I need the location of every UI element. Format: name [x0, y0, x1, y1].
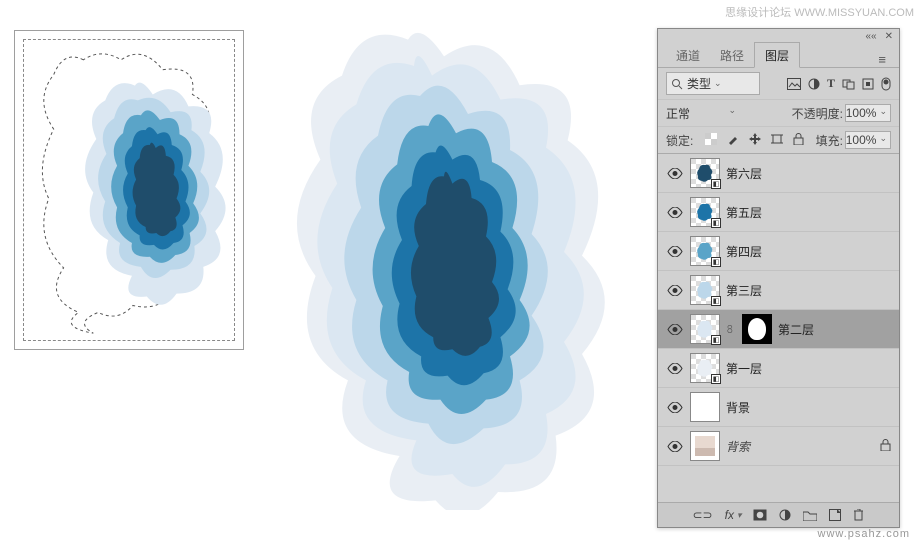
new-layer-icon[interactable] — [829, 509, 841, 521]
tab-channels[interactable]: 通道 — [666, 43, 710, 67]
menu-icon[interactable]: ≡ — [873, 47, 891, 67]
lock-row: 锁定: 填充: 100%⌄ — [658, 127, 899, 154]
image-icon[interactable] — [787, 78, 801, 90]
chevron-down-icon: ⌄ — [714, 78, 722, 89]
lock-trans-icon[interactable] — [705, 133, 717, 148]
smart-badge: ◧ — [711, 218, 721, 228]
eye-icon[interactable] — [666, 168, 684, 179]
fill-input[interactable]: 100%⌄ — [845, 131, 891, 149]
fill-label: 填充: — [816, 132, 843, 149]
smart-badge: ◧ — [711, 296, 721, 306]
toggle-icon[interactable] — [881, 77, 891, 91]
blend-row: 正常⌄ 不透明度: 100%⌄ — [658, 100, 899, 127]
fill-value: 100% — [846, 133, 877, 147]
smart-badge: ◧ — [711, 179, 721, 189]
blend-mode-select[interactable]: 正常 ⌄ — [666, 105, 736, 122]
layer-name[interactable]: 背索 — [726, 438, 750, 455]
watermark-top: 思缘设计论坛 WWW.MISSYUAN.COM — [725, 4, 914, 20]
filter-row: 类型 ⌄ T — [658, 68, 899, 100]
filter-kind-label: 类型 — [687, 75, 711, 92]
tab-paths[interactable]: 路径 — [710, 43, 754, 67]
layer-thumb: ◧ — [690, 236, 720, 266]
editor-canvas[interactable] — [14, 30, 244, 350]
chevron-down-icon: ⌄ — [879, 106, 887, 120]
search-icon — [671, 78, 683, 90]
layers-panel: «« ✕ 通道 路径 图层 ≡ 类型 ⌄ T 正常⌄ 不透明度: 100%⌄ — [657, 28, 900, 528]
layer-thumb — [690, 392, 720, 422]
layer-thumb: ◧ — [690, 197, 720, 227]
smart-badge: ◧ — [711, 335, 721, 345]
selection-marquee — [24, 40, 234, 339]
group-icon[interactable] — [803, 510, 817, 521]
chevron-down-icon: ⌄ — [728, 105, 736, 122]
layer-name[interactable]: 第五层 — [726, 204, 762, 221]
trash-icon[interactable] — [853, 509, 864, 521]
artwork-preview — [260, 30, 640, 510]
layer-thumb: ◧ — [690, 353, 720, 383]
layer-thumb: ◧ — [690, 275, 720, 305]
blend-mode-value: 正常 — [666, 105, 690, 122]
layer-name[interactable]: 第三层 — [726, 282, 762, 299]
collapse-icon[interactable]: «« — [865, 31, 876, 42]
link-icon: 𝟾 — [726, 322, 736, 337]
layer-row[interactable]: ◧ 第四层 — [658, 232, 899, 271]
fx-icon[interactable]: fx▾ — [725, 508, 742, 522]
eye-icon[interactable] — [666, 324, 684, 335]
mask-icon[interactable] — [753, 509, 767, 521]
smart-badge: ◧ — [711, 374, 721, 384]
layer-row[interactable]: ◧ 𝟾 第二层 — [658, 310, 899, 349]
chevron-down-icon: ⌄ — [879, 133, 887, 147]
adjust-icon[interactable] — [808, 78, 820, 90]
panel-footer: ⊂⊃ fx▾ — [658, 502, 899, 527]
opacity-value: 100% — [846, 106, 877, 120]
close-icon[interactable]: ✕ — [885, 31, 893, 42]
layer-name[interactable]: 第一层 — [726, 360, 762, 377]
tab-layers[interactable]: 图层 — [754, 42, 800, 68]
layer-kind-filter[interactable]: 类型 ⌄ — [666, 72, 760, 95]
layer-row[interactable]: ◧ 第一层 — [658, 349, 899, 388]
smart-icon[interactable] — [862, 78, 874, 90]
eye-icon[interactable] — [666, 207, 684, 218]
adjustment-icon[interactable] — [779, 509, 791, 521]
shape-icon[interactable] — [842, 78, 855, 90]
text-icon[interactable]: T — [827, 76, 835, 91]
smart-badge: ◧ — [711, 257, 721, 267]
eye-icon[interactable] — [666, 363, 684, 374]
watermark-url: www.psahz.com — [818, 528, 910, 540]
layer-row[interactable]: ◧ 第六层 — [658, 154, 899, 193]
layer-name[interactable]: 第四层 — [726, 243, 762, 260]
opacity-input[interactable]: 100%⌄ — [845, 104, 891, 122]
brush-icon[interactable] — [727, 133, 739, 148]
lock-label: 锁定: — [666, 132, 693, 149]
opacity-label: 不透明度: — [792, 105, 843, 122]
eye-icon[interactable] — [666, 246, 684, 257]
layer-name[interactable]: 背景 — [726, 399, 750, 416]
eye-icon[interactable] — [666, 402, 684, 413]
layer-row[interactable]: ◧ 第五层 — [658, 193, 899, 232]
lock-all-icon[interactable] — [793, 133, 804, 148]
link-icon[interactable]: ⊂⊃ — [693, 508, 713, 522]
panel-tabs: 通道 路径 图层 ≡ — [658, 42, 899, 68]
layer-thumb: ◧ — [690, 158, 720, 188]
padlock-icon — [880, 439, 891, 454]
layer-name[interactable]: 第六层 — [726, 165, 762, 182]
eye-icon[interactable] — [666, 441, 684, 452]
canvas-bounds — [23, 39, 235, 341]
layer-mask-thumb[interactable] — [742, 314, 772, 344]
layer-thumb — [690, 431, 720, 461]
layers-list: ◧ 第六层 ◧ 第五层 ◧ 第四层 ◧ 第三层 ◧ 𝟾 第二层 ◧ 第一层背景背索 — [658, 154, 899, 466]
layer-thumb: ◧ — [690, 314, 720, 344]
layer-name[interactable]: 第二层 — [778, 321, 814, 338]
layer-row[interactable]: 背景 — [658, 388, 899, 427]
layer-row[interactable]: 背索 — [658, 427, 899, 466]
eye-icon[interactable] — [666, 285, 684, 296]
artboard-icon[interactable] — [771, 133, 783, 148]
layer-row[interactable]: ◧ 第三层 — [658, 271, 899, 310]
move-icon[interactable] — [749, 133, 761, 148]
